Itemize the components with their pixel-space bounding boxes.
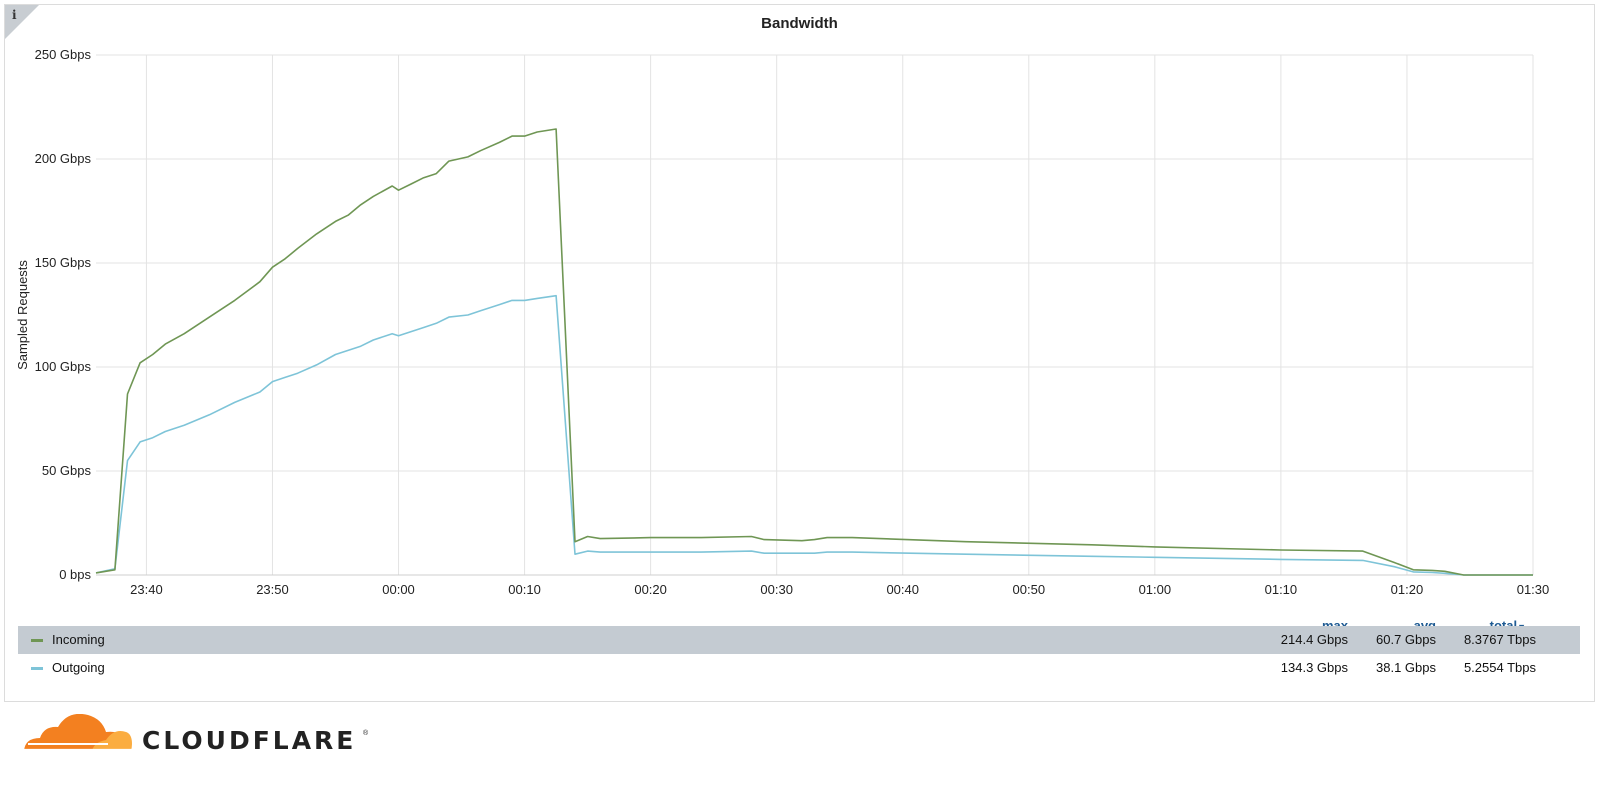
legend-swatch-outgoing [31, 667, 43, 670]
legend-name: Outgoing [52, 660, 105, 675]
legend-avg: 38.1 Gbps [1376, 660, 1436, 675]
y-tick-label: 50 Gbps [42, 463, 92, 478]
x-tick-label: 01:20 [1391, 582, 1424, 597]
legend-avg: 60.7 Gbps [1376, 632, 1436, 647]
y-tick-label: 150 Gbps [35, 255, 92, 270]
x-tick-label: 00:10 [508, 582, 541, 597]
legend-row-outgoing[interactable]: Outgoing 134.3 Gbps 38.1 Gbps 5.2554 Tbp… [18, 654, 1580, 682]
x-tick-label: 00:30 [760, 582, 793, 597]
x-tick-label: 01:10 [1265, 582, 1298, 597]
bandwidth-chart: 0 bps 50 Gbps 100 Gbps 150 Gbps 200 Gbps 250 … [15, 47, 1550, 597]
y-tick-label: 0 bps [59, 567, 91, 582]
x-tick-label: 01:00 [1139, 582, 1172, 597]
legend-name: Incoming [52, 632, 105, 647]
x-tick-label: 23:40 [130, 582, 163, 597]
legend-max: 134.3 Gbps [1280, 660, 1348, 675]
y-tick-label: 250 Gbps [35, 47, 92, 62]
registered-mark: ® [363, 730, 369, 737]
y-tick-label: 200 Gbps [35, 151, 92, 166]
legend-max: 214.4 Gbps [1280, 632, 1348, 647]
y-axis-label: Sampled Requests [15, 260, 30, 370]
series-line-incoming [95, 128, 1533, 576]
x-tick-label: 00:50 [1013, 582, 1046, 597]
x-tick-label: 01:30 [1517, 582, 1550, 597]
legend-total: 8.3767 Tbps [1463, 632, 1536, 647]
series-line-outgoing [95, 294, 1533, 576]
x-tick-label: 23:50 [256, 582, 289, 597]
x-tick-label: 00:00 [382, 582, 415, 597]
x-tick-label: 00:20 [634, 582, 667, 597]
legend-swatch-incoming [31, 639, 43, 642]
cloudflare-wordmark: CLOUDFLARE [142, 726, 357, 755]
legend-row-incoming[interactable]: Incoming 214.4 Gbps 60.7 Gbps 8.3767 Tbp… [18, 626, 1580, 654]
x-tick-label: 00:40 [886, 582, 919, 597]
y-tick-label: 100 Gbps [35, 359, 92, 374]
legend-total: 5.2554 Tbps [1463, 660, 1536, 675]
